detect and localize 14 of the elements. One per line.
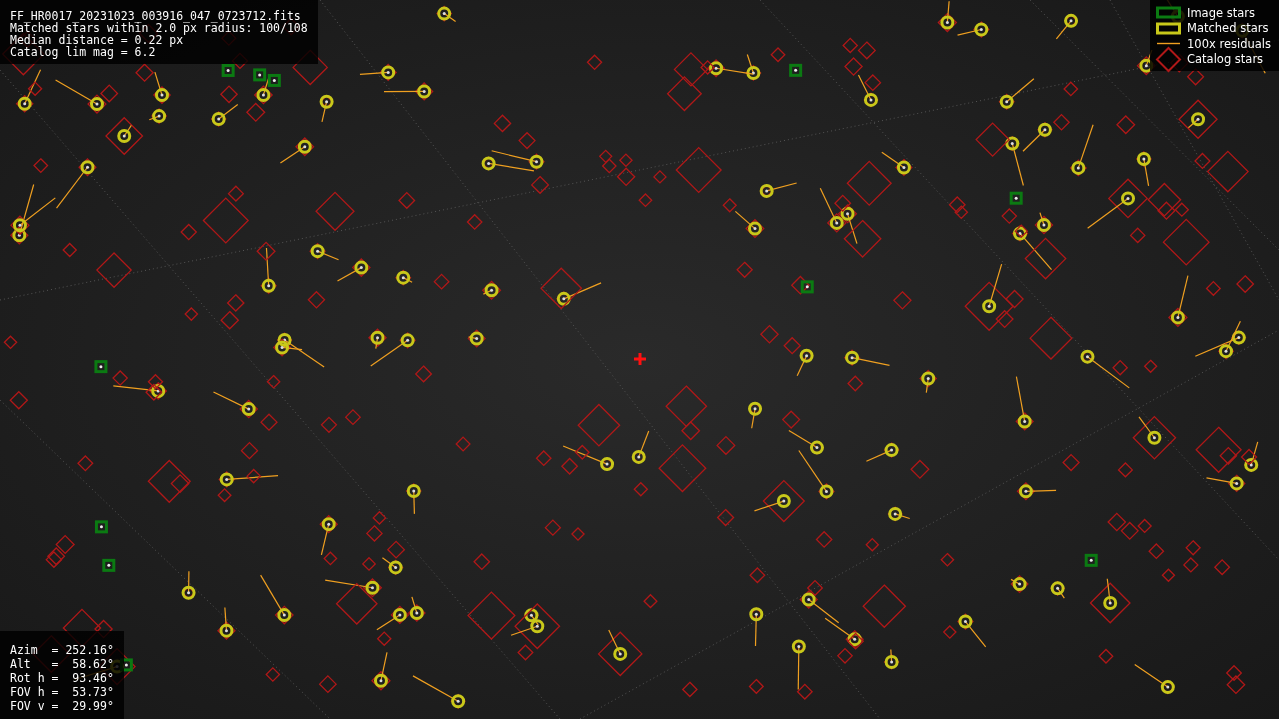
legend-label: Image stars (1187, 5, 1255, 20)
info-text: Azim = 252.16° (10, 643, 114, 657)
info-text: FOV h = 53.73° (10, 685, 114, 699)
info-text: FF_HR0017_20231023_003916_047_0723712.fits (10, 10, 302, 22)
info-text: Catalog lim mag = 6.2 (10, 46, 157, 58)
legend-label: 100x residuals (1187, 36, 1271, 51)
center-cross-icon (634, 353, 646, 365)
info-text: FOV v = 29.99° (10, 699, 114, 713)
info-text: Alt = 58.62° (10, 657, 114, 671)
legend-label: Matched stars (1187, 21, 1269, 36)
info-text: Matched stars within 2.0 px radius: 100/108 (10, 22, 308, 34)
legend-label: Catalog stars (1187, 52, 1264, 67)
info-text: Rot h = 93.46° (10, 671, 114, 685)
info-text: Median distance = 0.22 px (10, 34, 184, 46)
